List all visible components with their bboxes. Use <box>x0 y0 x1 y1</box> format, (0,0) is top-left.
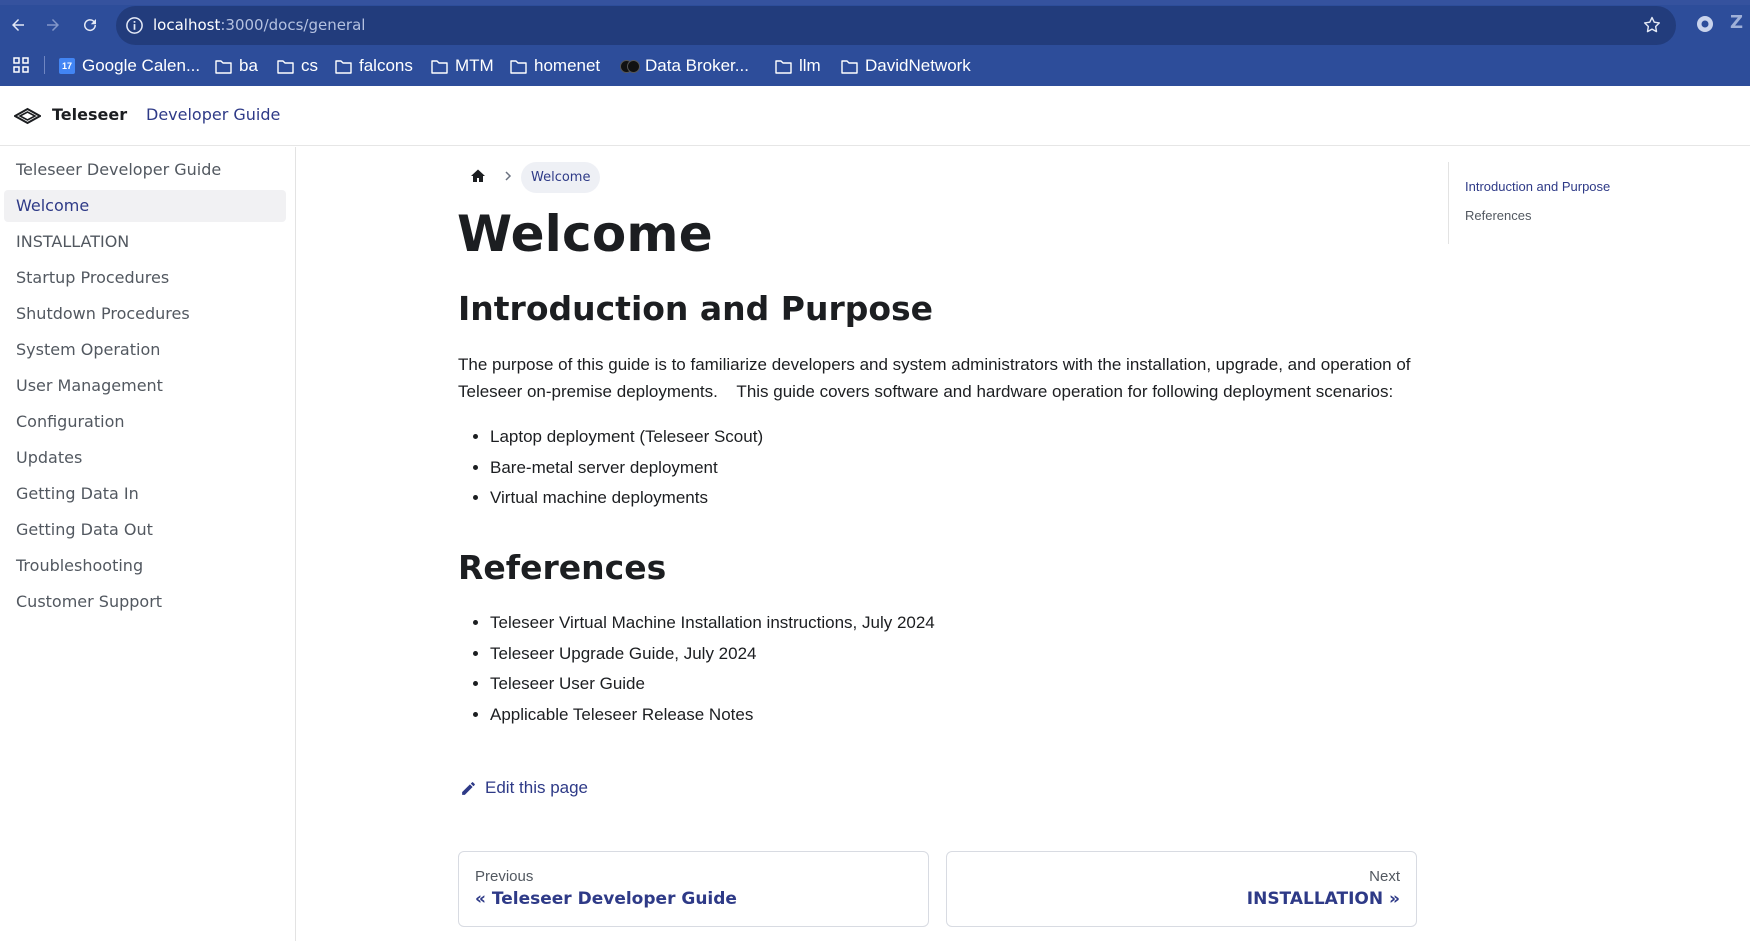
bookmarks-divider <box>44 56 45 74</box>
forward-button[interactable] <box>40 12 66 38</box>
list-item: Teleseer Virtual Machine Installation in… <box>490 608 935 639</box>
sidebar-item-troubleshooting[interactable]: Troubleshooting <box>4 550 286 582</box>
folder-icon <box>775 59 792 74</box>
cookie-icon <box>620 60 640 73</box>
pager-next-label: INSTALLATION » <box>1246 889 1400 909</box>
sidebar-item-updates[interactable]: Updates <box>4 442 286 474</box>
sidebar-item-system-operation[interactable]: System Operation <box>4 334 286 366</box>
bookmark-cs[interactable]: cs <box>277 55 318 77</box>
sidebar-item-developer-guide[interactable]: Teleseer Developer Guide <box>4 154 286 186</box>
extension-icon[interactable] <box>1695 14 1715 34</box>
bookmark-label: Data Broker... <box>645 56 749 75</box>
list-item: Virtual machine deployments <box>490 483 763 514</box>
url-host: localhost <box>153 16 221 34</box>
edit-page-label: Edit this page <box>485 778 589 797</box>
calendar-icon: 17 <box>59 58 75 74</box>
back-button[interactable] <box>5 12 31 38</box>
section-heading-introduction: Introduction and Purpose <box>458 289 934 328</box>
scenario-list: Laptop deployment (Teleseer Scout) Bare-… <box>490 422 763 514</box>
folder-icon <box>431 59 448 74</box>
list-item: Applicable Teleseer Release Notes <box>490 700 935 731</box>
table-of-contents: Introduction and Purpose References <box>1448 162 1738 244</box>
bookmark-llm[interactable]: llm <box>775 55 821 77</box>
bookmark-homenet[interactable]: homenet <box>510 55 600 77</box>
bookmark-ba[interactable]: ba <box>215 55 258 77</box>
pager-previous[interactable]: Previous « Teleseer Developer Guide <box>458 851 929 927</box>
edit-page-link[interactable]: Edit this page <box>460 778 588 798</box>
teleseer-logo-icon[interactable] <box>14 107 41 125</box>
reload-button[interactable] <box>77 12 103 38</box>
sidebar-item-installation[interactable]: INSTALLATION <box>4 226 286 258</box>
bookmark-google-calendar[interactable]: 17 Google Calen... <box>59 55 200 77</box>
browser-chrome: localhost:3000/docs/general Z 17 Google … <box>0 0 1750 86</box>
bookmark-label: falcons <box>359 56 413 75</box>
folder-icon <box>841 59 858 74</box>
bookmark-davidnetwork[interactable]: DavidNetwork <box>841 55 971 77</box>
toc-item-introduction[interactable]: Introduction and Purpose <box>1465 179 1610 194</box>
pager-previous-label: « Teleseer Developer Guide <box>475 889 737 909</box>
pager-previous-sub: Previous <box>475 868 534 885</box>
pager-next[interactable]: Next INSTALLATION » <box>946 851 1417 927</box>
bookmark-data-broker[interactable]: Data Broker... <box>620 55 749 77</box>
toc-item-references[interactable]: References <box>1465 208 1531 223</box>
bookmark-label: Google Calen... <box>82 56 201 75</box>
site-info-icon[interactable] <box>125 16 144 35</box>
bookmark-label: MTM <box>455 56 494 75</box>
apps-grid-icon[interactable] <box>13 57 29 73</box>
url-text[interactable]: localhost:3000/docs/general <box>153 15 365 35</box>
address-bar[interactable]: localhost:3000/docs/general <box>116 6 1676 45</box>
docs-sidebar: Teleseer Developer Guide Welcome INSTALL… <box>0 147 296 941</box>
extension-z-icon[interactable]: Z <box>1730 12 1743 33</box>
folder-icon <box>510 59 527 74</box>
list-item: Bare-metal server deployment <box>490 453 763 484</box>
references-list: Teleseer Virtual Machine Installation in… <box>490 608 935 730</box>
sidebar-item-getting-data-out[interactable]: Getting Data Out <box>4 514 286 546</box>
bookmark-label: ba <box>239 56 258 75</box>
pencil-icon <box>462 781 475 795</box>
chrome-top-strip <box>0 0 1750 5</box>
section-heading-references: References <box>458 548 667 587</box>
docs-navbar: Teleseer Developer Guide <box>0 86 1750 146</box>
bookmark-star-icon[interactable] <box>1642 15 1662 35</box>
folder-icon <box>277 59 294 74</box>
bookmark-label: cs <box>301 56 318 75</box>
list-item: Teleseer Upgrade Guide, July 2024 <box>490 639 935 670</box>
sidebar-item-user-management[interactable]: User Management <box>4 370 286 402</box>
bookmark-mtm[interactable]: MTM <box>431 55 494 77</box>
brand-title[interactable]: Teleseer <box>52 105 127 124</box>
intro-paragraph: The purpose of this guide is to familiar… <box>458 355 1415 401</box>
bookmark-falcons[interactable]: falcons <box>335 55 413 77</box>
bookmark-label: homenet <box>534 56 601 75</box>
sidebar-item-shutdown[interactable]: Shutdown Procedures <box>4 298 286 330</box>
sidebar-item-getting-data-in[interactable]: Getting Data In <box>4 478 286 510</box>
breadcrumb-current: Welcome <box>521 162 601 193</box>
sidebar-item-startup[interactable]: Startup Procedures <box>4 262 286 294</box>
folder-icon <box>215 59 232 74</box>
page-title: Welcome <box>457 205 713 263</box>
sidebar-item-welcome[interactable]: Welcome <box>4 190 286 222</box>
url-path: :3000/docs/general <box>220 16 366 34</box>
pager-next-sub: Next <box>1369 868 1400 885</box>
list-item: Teleseer User Guide <box>490 669 935 700</box>
bookmarks-bar: 17 Google Calen... ba cs falcons MTM hom… <box>0 48 1750 82</box>
nav-link-developer-guide[interactable]: Developer Guide <box>146 105 280 124</box>
bookmark-label: llm <box>799 56 821 75</box>
sidebar-item-customer-support[interactable]: Customer Support <box>4 586 286 618</box>
home-icon[interactable] <box>470 168 486 184</box>
folder-icon <box>335 59 352 74</box>
list-item: Laptop deployment (Teleseer Scout) <box>490 422 763 453</box>
arrow-right-icon <box>47 19 59 31</box>
chevron-right-icon <box>505 171 512 181</box>
arrow-left-icon <box>12 19 24 31</box>
bookmark-label: DavidNetwork <box>865 56 971 75</box>
reload-icon <box>84 19 97 32</box>
sidebar-item-configuration[interactable]: Configuration <box>4 406 286 438</box>
